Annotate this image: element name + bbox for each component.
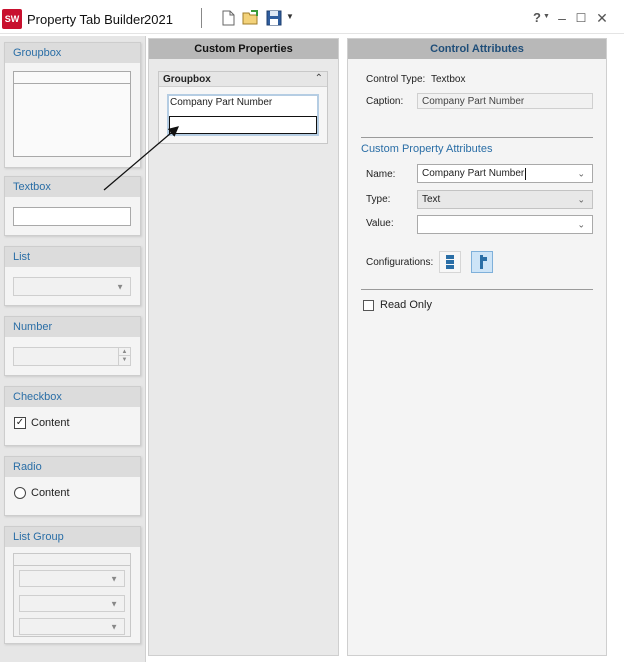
chevron-down-icon: ▼ xyxy=(110,622,118,631)
type-value: Text xyxy=(422,194,441,205)
value-combobox[interactable]: ⌄ xyxy=(417,215,593,234)
toolbox-listgroup-title: List Group xyxy=(5,527,140,547)
toolbox-checkbox[interactable]: Checkbox ✓ Content xyxy=(4,386,141,446)
app-title: Property Tab Builder xyxy=(27,12,145,27)
minimize-button[interactable]: – xyxy=(554,9,570,27)
control-attributes-panel: Control Attributes Control Type: Textbox… xyxy=(347,38,607,656)
new-file-icon[interactable] xyxy=(219,9,237,27)
maximize-button[interactable]: ☐ xyxy=(573,9,589,27)
text-caret xyxy=(525,167,527,180)
chevron-down-icon[interactable]: ⌄ xyxy=(577,194,585,205)
checkbox-checked-icon: ✓ xyxy=(14,417,26,429)
caption-label: Caption: xyxy=(366,96,404,107)
checkbox-content-label: Content xyxy=(31,417,70,429)
toolbox-listgroup[interactable]: List Group ▼ ▼ ▼ xyxy=(4,526,141,644)
chevron-down-icon: ▼ xyxy=(110,599,118,608)
toolbox-textbox[interactable]: Textbox xyxy=(4,176,141,236)
spinner-icon: ▲ ▼ xyxy=(118,348,130,365)
title-bar: SW Property Tab Builder 2021 ▼ ? ▼ – ☐ ✕ xyxy=(0,0,624,34)
all-configurations-button[interactable] xyxy=(439,251,461,273)
this-configuration-icon xyxy=(480,255,487,269)
type-select[interactable]: Text ⌄ xyxy=(417,190,593,209)
toolbar-separator xyxy=(201,8,202,28)
list-preview: ▼ xyxy=(13,277,131,296)
chevron-down-icon: ▼ xyxy=(116,282,124,291)
groupbox-preview xyxy=(13,71,131,157)
collapse-icon[interactable]: ⌃ xyxy=(315,73,323,84)
configurations-label: Configurations: xyxy=(366,257,434,268)
chevron-down-icon: ▼ xyxy=(110,574,118,583)
canvas-groupbox[interactable]: Groupbox ⌃ Company Part Number xyxy=(158,71,328,144)
all-configurations-icon xyxy=(446,255,454,269)
textbox-input[interactable] xyxy=(169,116,317,134)
toolbox-groupbox-title: Groupbox xyxy=(5,43,140,63)
textbox-caption: Company Part Number xyxy=(170,97,273,108)
close-button[interactable]: ✕ xyxy=(594,9,610,27)
toolbox-textbox-title: Textbox xyxy=(5,177,140,197)
toolbox-radio-title: Radio xyxy=(5,457,140,477)
control-attributes-header: Control Attributes xyxy=(348,39,606,59)
value-label: Value: xyxy=(366,218,394,229)
toolbox-panel: Groupbox Textbox List ▼ Number ▲ ▼ Check… xyxy=(0,36,146,662)
section-divider xyxy=(361,137,593,138)
custom-property-attributes-title: Custom Property Attributes xyxy=(361,143,493,155)
name-value: Company Part Number xyxy=(422,168,525,179)
help-dropdown-chevron-icon[interactable]: ▼ xyxy=(543,13,550,20)
read-only-checkbox[interactable] xyxy=(363,300,374,311)
type-label: Type: xyxy=(366,194,391,205)
toolbox-checkbox-title: Checkbox xyxy=(5,387,140,407)
chevron-down-icon[interactable]: ⌄ xyxy=(577,219,585,230)
textbox-preview xyxy=(13,207,131,226)
open-file-icon[interactable] xyxy=(242,9,260,27)
custom-properties-panel: Custom Properties Groupbox ⌃ Company Par… xyxy=(148,38,339,656)
save-dropdown-chevron-icon[interactable]: ▼ xyxy=(286,12,294,21)
custom-properties-header: Custom Properties xyxy=(149,39,338,59)
canvas-groupbox-title: Groupbox xyxy=(159,72,327,87)
app-logo-icon: SW xyxy=(2,9,22,29)
toolbox-number-title: Number xyxy=(5,317,140,337)
section-divider xyxy=(361,289,593,290)
caption-field[interactable]: Company Part Number xyxy=(417,93,593,109)
radio-icon xyxy=(14,487,26,499)
control-type-label: Control Type: xyxy=(366,74,426,85)
selected-textbox-control[interactable]: Company Part Number xyxy=(167,94,319,136)
radio-content-label: Content xyxy=(31,487,70,499)
save-icon[interactable] xyxy=(265,9,283,27)
listgroup-preview: ▼ ▼ ▼ xyxy=(13,553,131,637)
control-type-value: Textbox xyxy=(431,74,466,85)
toolbox-groupbox[interactable]: Groupbox xyxy=(4,42,141,168)
this-configuration-button[interactable] xyxy=(471,251,493,273)
read-only-label: Read Only xyxy=(380,299,432,311)
toolbox-list[interactable]: List ▼ xyxy=(4,246,141,306)
name-label: Name: xyxy=(366,169,396,180)
number-preview: ▲ ▼ xyxy=(13,347,131,366)
toolbox-number[interactable]: Number ▲ ▼ xyxy=(4,316,141,376)
name-combobox[interactable]: Company Part Number ⌄ xyxy=(417,164,593,183)
app-version: 2021 xyxy=(144,12,173,27)
chevron-down-icon[interactable]: ⌄ xyxy=(577,168,585,179)
toolbox-list-title: List xyxy=(5,247,140,267)
help-icon[interactable]: ? xyxy=(533,10,541,25)
toolbox-radio[interactable]: Radio Content xyxy=(4,456,141,516)
